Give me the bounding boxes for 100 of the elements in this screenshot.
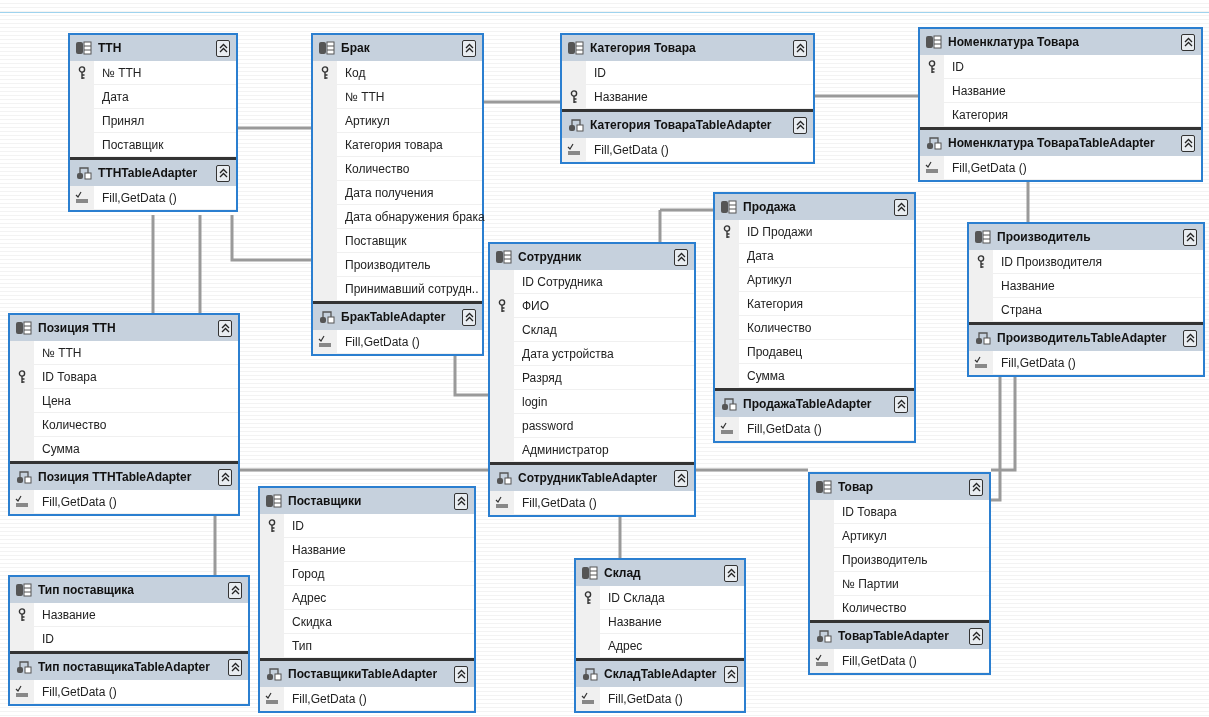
column-name: Дата: [746, 248, 774, 263]
collapse-button[interactable]: [216, 164, 230, 182]
query-icon: [265, 691, 279, 706]
adapter-icon: [582, 667, 598, 681]
key-icon: [584, 590, 592, 605]
column-name: Принимавший сотрудн..: [344, 281, 479, 296]
table-title: Продажа: [743, 200, 797, 214]
collapse-button[interactable]: [462, 39, 476, 57]
collapse-button[interactable]: [894, 395, 908, 413]
collapse-button[interactable]: [218, 468, 232, 486]
table-node[interactable]: Позиция ТТН № ТТН ID Товара Цена Количество Сумма Позиция ТТНTableAdapter Fill,GetData (): [8, 313, 240, 516]
collapse-button[interactable]: [228, 581, 242, 599]
column-name: ФИО: [521, 298, 550, 313]
adapter-icon: [16, 470, 32, 484]
table-icon: [266, 494, 282, 508]
table-icon: [568, 41, 584, 55]
table-node[interactable]: ТТН № ТТН Дата Принял Поставщик ТТНTableAdapter Fill,GetData (): [68, 33, 238, 212]
collapse-button[interactable]: [216, 39, 230, 57]
column-name: ID Сотрудника: [521, 274, 603, 289]
table-title: Сотрудник: [518, 250, 583, 264]
query-icon: [75, 190, 89, 205]
query-icon: [15, 494, 29, 509]
column-name: Склад: [521, 322, 557, 337]
column-name: ID Производителя: [1000, 254, 1102, 269]
table-node[interactable]: Номенклатура Товара ID Название Категория Номенклатура ТовараTableAdapter Fill,GetData (): [918, 27, 1203, 182]
collapse-button[interactable]: [724, 665, 738, 683]
table-node[interactable]: Категория Товара ID Название Категория ТовараTableAdapter Fill,GetData (): [560, 33, 815, 164]
table-node[interactable]: Склад ID Склада Название Адрес СкладTableAdapter Fill,GetData (): [574, 558, 746, 713]
collapse-button[interactable]: [674, 248, 688, 266]
table-node[interactable]: Продажа ID Продажи Дата Артикул Категория Количество Продавец Сумма ПродажаTableAdapter Fill,GetData (): [713, 192, 916, 443]
column-name: Категория товара: [344, 137, 443, 152]
adapter-icon: [975, 331, 991, 345]
table-title: Поставщики: [288, 494, 363, 508]
table-node[interactable]: Производитель ID Производителя Название Страна ПроизводительTableAdapter Fill,GetData (): [967, 222, 1205, 377]
query-icon: [495, 495, 509, 510]
key-icon: [78, 65, 86, 80]
column-name: Артикул: [841, 528, 887, 543]
key-icon: [977, 254, 985, 269]
collapse-button[interactable]: [1181, 33, 1195, 51]
query-icon: [581, 691, 595, 706]
column-name: ID Склада: [607, 590, 665, 605]
column-name: Сумма: [41, 441, 80, 456]
collapse-button[interactable]: [454, 492, 468, 510]
collapse-button[interactable]: [1183, 329, 1197, 347]
collapse-button[interactable]: [218, 319, 232, 337]
column-name: ID: [41, 631, 54, 646]
adapter-title: ПродажаTableAdapter: [743, 397, 873, 411]
adapter-title: СкладTableAdapter: [604, 667, 718, 681]
table-node[interactable]: Товар ID Товара Артикул Производитель № Партии Количество ТоварTableAdapter Fill,GetData (): [808, 472, 991, 675]
query-method: Fill,GetData (): [344, 334, 420, 349]
key-icon: [570, 89, 578, 104]
column-name: ID: [593, 65, 606, 80]
column-name: Код: [344, 65, 366, 80]
column-name: № ТТН: [41, 345, 82, 360]
collapse-button[interactable]: [1181, 134, 1195, 152]
table-title: Склад: [604, 566, 642, 580]
adapter-title: ТоварTableAdapter: [838, 629, 950, 643]
column-name: Поставщик: [344, 233, 407, 248]
collapse-button[interactable]: [462, 308, 476, 326]
column-name: Артикул: [344, 113, 390, 128]
column-name: Администратор: [521, 442, 609, 457]
query-icon: [720, 421, 734, 436]
column-name: password: [521, 418, 574, 433]
adapter-icon: [319, 310, 335, 324]
column-name: Цена: [41, 393, 71, 408]
column-name: ID Продажи: [746, 224, 813, 239]
adapter-title: ПроизводительTableAdapter: [997, 331, 1168, 345]
column-name: Количество: [344, 161, 410, 176]
table-node[interactable]: Сотрудник ID Сотрудника ФИО Склад Дата устройства Разряд login password Администратор СотрудникTableAdapter Fill,GetData (): [488, 242, 696, 517]
column-name: Дата: [101, 89, 129, 104]
collapse-button[interactable]: [969, 627, 983, 645]
collapse-button[interactable]: [1183, 228, 1197, 246]
column-name: Адрес: [607, 638, 643, 653]
adapter-icon: [76, 166, 92, 180]
query-method: Fill,GetData (): [951, 160, 1027, 175]
collapse-button[interactable]: [454, 665, 468, 683]
collapse-button[interactable]: [724, 564, 738, 582]
column-name: № Партии: [841, 576, 899, 591]
column-name: Категория: [951, 107, 1009, 122]
collapse-button[interactable]: [228, 658, 242, 676]
query-icon: [15, 684, 29, 699]
column-name: ID Товара: [41, 369, 97, 384]
table-node[interactable]: Тип поставщика Название ID Тип поставщикаTableAdapter Fill,GetData (): [8, 575, 250, 706]
table-icon: [16, 321, 32, 335]
key-icon: [928, 59, 936, 74]
query-method: Fill,GetData (): [607, 691, 683, 706]
table-icon: [721, 200, 737, 214]
column-name: Разряд: [521, 370, 562, 385]
column-name: Скидка: [291, 614, 332, 629]
column-name: Принял: [101, 113, 145, 128]
collapse-button[interactable]: [674, 469, 688, 487]
collapse-button[interactable]: [793, 39, 807, 57]
column-name: Дата получения: [344, 185, 434, 200]
column-name: Количество: [41, 417, 107, 432]
table-node[interactable]: Поставщики ID Название Город Адрес Скидка Тип ПоставщикиTableAdapter Fill,GetData (): [258, 486, 476, 713]
collapse-button[interactable]: [969, 478, 983, 496]
adapter-title: ПоставщикиTableAdapter: [288, 667, 439, 681]
column-name: Название: [607, 614, 662, 629]
collapse-button[interactable]: [894, 198, 908, 216]
collapse-button[interactable]: [793, 116, 807, 134]
